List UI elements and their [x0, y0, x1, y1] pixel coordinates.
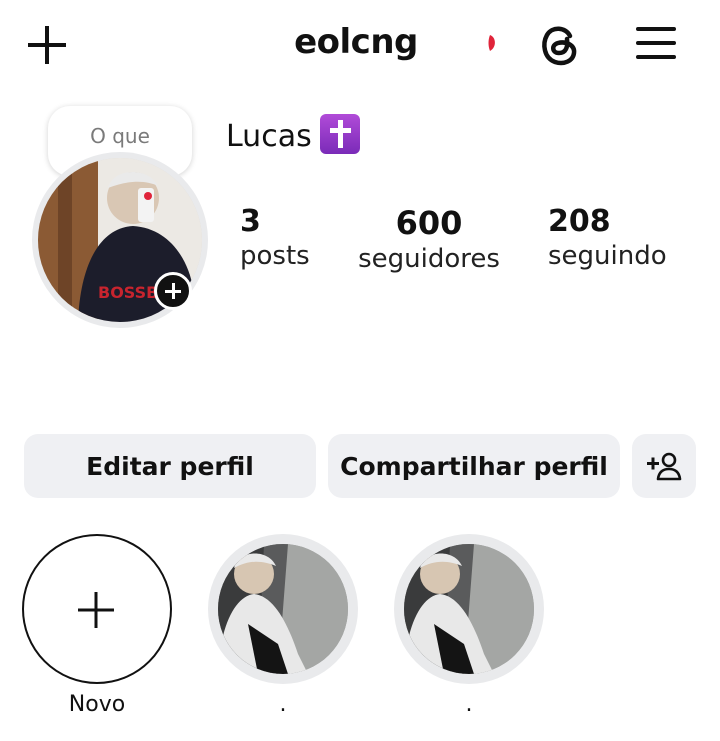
top-bar: eolcng [0, 0, 720, 90]
edit-profile-button[interactable]: Editar perfil [24, 434, 316, 498]
svg-text:BOSSB: BOSSB [98, 283, 158, 302]
plus-icon [78, 592, 114, 628]
highlight-cover [404, 544, 534, 674]
stat-following[interactable]: 208 seguindo [548, 204, 667, 271]
add-person-icon [647, 452, 682, 481]
stat-posts[interactable]: 3 posts [240, 204, 310, 271]
add-person-button[interactable] [632, 434, 696, 498]
threads-icon[interactable] [536, 20, 582, 68]
highlight-label: . [465, 692, 473, 717]
profile-username[interactable]: eolcng [0, 22, 712, 62]
highlight-item[interactable] [394, 534, 544, 684]
menu-icon[interactable] [634, 24, 678, 62]
note-text: O que [90, 124, 150, 148]
highlight-label-new: Novo [68, 692, 126, 717]
stat-posts-label: posts [240, 241, 310, 271]
profile-name: Lucas [226, 114, 360, 154]
highlight-label: . [279, 692, 287, 717]
stat-posts-value: 3 [240, 204, 261, 239]
add-story-icon[interactable] [154, 272, 192, 310]
stat-followers-label: seguidores [358, 244, 500, 274]
highlight-cover [218, 544, 348, 674]
notification-dot [488, 35, 495, 51]
profile-name-text: Lucas [226, 119, 312, 154]
stat-followers[interactable]: 600 seguidores [358, 204, 500, 274]
stat-following-value: 208 [548, 204, 611, 239]
latin-cross-icon [319, 114, 360, 154]
stat-followers-value: 600 [395, 204, 463, 242]
stat-following-label: seguindo [548, 241, 667, 271]
share-profile-button[interactable]: Compartilhar perfil [328, 434, 620, 498]
highlight-item[interactable] [208, 534, 358, 684]
